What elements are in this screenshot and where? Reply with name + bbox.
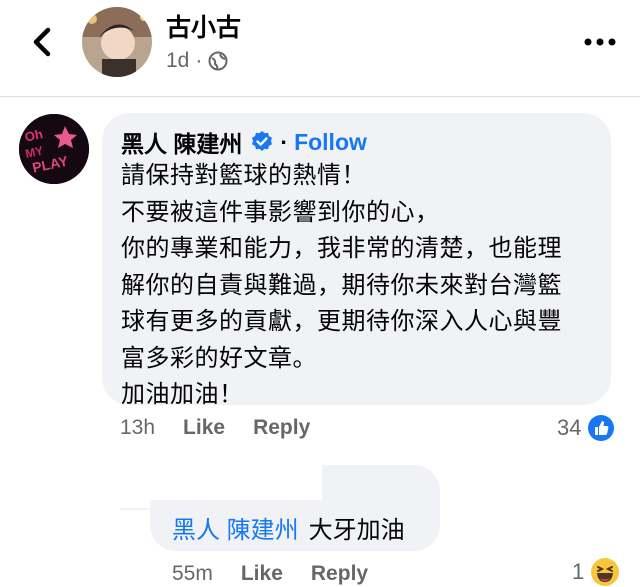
reply-actions: 55m Like Reply bbox=[172, 562, 368, 586]
commenter-avatar[interactable]: Oh MY PLAY bbox=[19, 114, 89, 184]
post-author-avatar[interactable] bbox=[82, 7, 152, 77]
comment-time[interactable]: 13h bbox=[120, 416, 155, 440]
haha-reaction-icon bbox=[591, 558, 620, 586]
like-reaction-icon bbox=[588, 415, 615, 441]
reaction-count[interactable]: 34 bbox=[557, 414, 615, 442]
verified-badge-icon bbox=[252, 131, 273, 151]
reply-text: 黑人 陳建州 大牙加油 bbox=[172, 510, 405, 545]
globe-icon bbox=[208, 51, 228, 71]
back-arrow-icon[interactable] bbox=[26, 22, 62, 62]
reply-reaction-count-value: 1 bbox=[572, 559, 585, 584]
follow-separator: · bbox=[280, 128, 289, 155]
post-author-name[interactable]: 古小古 bbox=[166, 8, 241, 44]
meta-separator: · bbox=[195, 49, 203, 72]
reply-connector bbox=[120, 508, 150, 510]
reply-time[interactable]: 55m bbox=[172, 562, 213, 586]
comment-text: 請保持對籃球的熱情！ 不要被這件事影響到你的心， 你的專業和能力，我非常的清楚，… bbox=[121, 162, 562, 408]
comment-author-name[interactable]: 黑人 陳建州 bbox=[121, 125, 242, 159]
follow-button[interactable]: Follow bbox=[294, 129, 367, 156]
reply-mention[interactable]: 黑人 陳建州 bbox=[172, 510, 299, 545]
reply-reaction-count[interactable]: 1 bbox=[572, 557, 620, 587]
reaction-count-value: 34 bbox=[557, 415, 582, 440]
post-time[interactable]: 1d bbox=[166, 49, 189, 73]
post-meta: 1d · bbox=[166, 49, 228, 73]
like-button[interactable]: Like bbox=[183, 416, 225, 440]
reply-button[interactable]: Reply bbox=[253, 416, 310, 440]
comment-header: 黑人 陳建州 · Follow bbox=[121, 125, 367, 159]
reply-body: 大牙加油 bbox=[308, 517, 405, 544]
post-header: 古小古 1d · bbox=[0, 0, 640, 97]
comment-actions: 13h Like Reply bbox=[120, 416, 310, 440]
more-options-icon[interactable] bbox=[580, 30, 620, 54]
reply-reply-button[interactable]: Reply bbox=[311, 562, 368, 586]
reply-like-button[interactable]: Like bbox=[241, 562, 283, 586]
